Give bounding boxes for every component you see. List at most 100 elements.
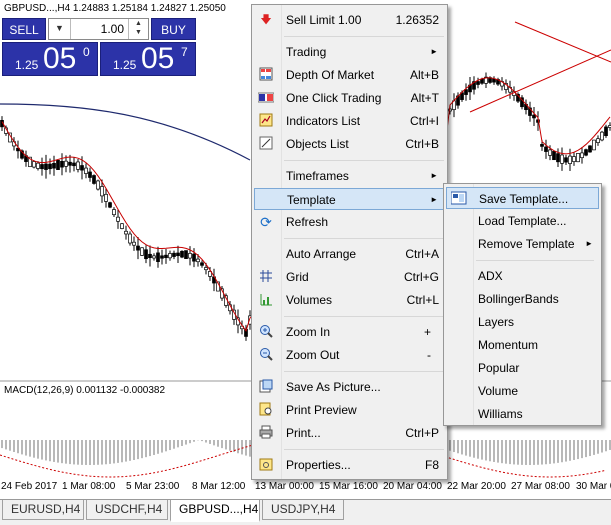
- menu-item-load-template[interactable]: Load Template...: [446, 210, 599, 232]
- menu-item-zoom-in[interactable]: Zoom In +: [254, 321, 445, 343]
- tab-eurusd[interactable]: EURUSD,H4: [2, 500, 84, 520]
- template-item-momentum[interactable]: Momentum: [446, 334, 599, 356]
- menu-item-refresh[interactable]: ⟳ Refresh: [254, 211, 445, 233]
- candle-body: [32, 161, 36, 168]
- menu-item-print-preview[interactable]: Print Preview: [254, 399, 445, 421]
- sell-price-button[interactable]: 1.25 05 0: [2, 42, 98, 76]
- menu-item-sell-limit[interactable]: 🡇 Sell Limit 1.00 1.26352: [254, 9, 445, 31]
- menu-item-print[interactable]: Print... Ctrl+P: [254, 422, 445, 444]
- candle-body: [568, 155, 572, 164]
- candle-body: [88, 171, 92, 178]
- menu-item-one-click-trading[interactable]: One Click Trading Alt+T: [254, 87, 445, 109]
- submenu-arrow-icon: ►: [430, 47, 438, 56]
- depth-of-market-icon: [258, 67, 274, 83]
- indicators-list-icon: [258, 113, 274, 129]
- candle-body: [108, 202, 112, 208]
- template-item-bollinger-bands[interactable]: BollingerBands: [446, 288, 599, 310]
- candle-body: [480, 78, 484, 84]
- candle-body: [464, 89, 468, 95]
- time-axis: 24 Feb 2017 1 Mar 08:00 5 Mar 23:00 8 Ma…: [0, 478, 611, 496]
- candle-body: [492, 78, 496, 83]
- one-click-trading-icon: [257, 90, 275, 106]
- template-item-volume[interactable]: Volume: [446, 380, 599, 402]
- candle-body: [584, 149, 588, 156]
- template-item-williams[interactable]: Williams: [446, 403, 599, 425]
- sell-price-big: 05: [43, 42, 77, 75]
- candle-body: [40, 164, 44, 170]
- volume-spinner[interactable]: ▲ ▼: [128, 19, 148, 39]
- zoom-in-icon: [258, 324, 274, 340]
- tab-gbpusd[interactable]: GBPUSD...,H4: [170, 500, 260, 522]
- candle-body: [136, 245, 140, 251]
- template-item-popular[interactable]: Popular: [446, 357, 599, 379]
- time-label: 1 Mar 08:00: [62, 481, 116, 492]
- candle-body: [132, 241, 136, 246]
- time-label: 15 Mar 16:00: [319, 481, 378, 492]
- candle-body: [96, 180, 100, 190]
- buy-price-prefix: 1.25: [113, 58, 137, 72]
- menu-item-objects-list[interactable]: Objects List Ctrl+B: [254, 133, 445, 155]
- menu-item-depth-of-market[interactable]: Depth Of Market Alt+B: [254, 64, 445, 86]
- candle-body: [76, 161, 80, 170]
- menu-item-save-as-picture[interactable]: Save As Picture...: [254, 376, 445, 398]
- candle-body: [64, 160, 68, 167]
- print-preview-icon: [258, 402, 274, 418]
- sell-button[interactable]: SELL: [2, 18, 46, 40]
- candle-body: [48, 163, 52, 170]
- candle-body: [152, 255, 156, 259]
- candle-body: [112, 209, 116, 216]
- candle-body: [540, 144, 544, 147]
- one-click-trading-panel: SELL ▼ 1.00 ▲ ▼ BUY 1.25 05 0 1.25 05 7: [2, 18, 196, 76]
- time-label: 20 Mar 04:00: [383, 481, 442, 492]
- candle-body: [100, 186, 104, 197]
- candle-body: [160, 255, 164, 259]
- chart-context-menu: 🡇 Sell Limit 1.00 1.26352 Trading ► Dept…: [251, 4, 448, 480]
- submenu-arrow-icon: ►: [585, 239, 593, 248]
- buy-button[interactable]: BUY: [151, 18, 196, 40]
- volume-field[interactable]: ▼ 1.00 ▲ ▼: [48, 18, 149, 40]
- menu-item-properties[interactable]: Properties... F8: [254, 454, 445, 476]
- candle-body: [116, 216, 120, 222]
- submenu-arrow-icon: ►: [430, 195, 438, 204]
- time-label: 22 Mar 20:00: [447, 481, 506, 492]
- tab-usdchf[interactable]: USDCHF,H4: [86, 500, 168, 520]
- menu-item-auto-arrange[interactable]: Auto Arrange Ctrl+A: [254, 243, 445, 265]
- time-label: 30 Mar 0: [576, 481, 611, 492]
- refresh-icon: ⟳: [260, 214, 272, 230]
- menu-item-indicators-list[interactable]: Indicators List Ctrl+I: [254, 110, 445, 132]
- candle-body: [576, 153, 580, 163]
- menu-item-save-template[interactable]: Save Template...: [446, 187, 599, 209]
- candle-body: [560, 154, 564, 164]
- volume-dropdown-icon[interactable]: ▼: [49, 19, 71, 39]
- buy-price-button[interactable]: 1.25 05 7: [100, 42, 196, 76]
- time-label: 24 Feb 2017: [1, 481, 58, 492]
- candle-body: [120, 223, 124, 229]
- template-item-adx[interactable]: ADX: [446, 265, 599, 287]
- grid-icon: [258, 269, 274, 285]
- menu-item-zoom-out[interactable]: Zoom Out -: [254, 344, 445, 366]
- candle-body: [52, 162, 56, 169]
- moving-average-navy: [0, 103, 251, 161]
- candle-body: [532, 114, 536, 119]
- menu-item-trading[interactable]: Trading ►: [254, 41, 445, 63]
- candle-body: [556, 153, 560, 163]
- template-item-layers[interactable]: Layers: [446, 311, 599, 333]
- candle-body: [44, 163, 48, 170]
- candle-body: [476, 81, 480, 85]
- candle-body: [164, 254, 168, 259]
- volume-value[interactable]: 1.00: [101, 22, 124, 36]
- save-picture-icon: [258, 379, 274, 395]
- tab-usdjpy[interactable]: USDJPY,H4: [262, 500, 344, 520]
- menu-item-volumes[interactable]: Volumes Ctrl+L: [254, 289, 445, 311]
- menu-item-grid[interactable]: Grid Ctrl+G: [254, 266, 445, 288]
- menu-item-remove-template[interactable]: Remove Template ►: [446, 233, 599, 255]
- template-submenu: Save Template... Load Template... Remove…: [443, 183, 602, 426]
- candle-body: [192, 253, 196, 262]
- sell-limit-icon: 🡇: [260, 14, 272, 26]
- menu-item-timeframes[interactable]: Timeframes ►: [254, 165, 445, 187]
- time-label: 8 Mar 12:00: [192, 481, 246, 492]
- buy-price-pip: 7: [181, 45, 188, 59]
- properties-icon: [258, 457, 274, 473]
- time-label: 5 Mar 23:00: [126, 481, 180, 492]
- menu-item-template[interactable]: Template ►: [254, 188, 445, 210]
